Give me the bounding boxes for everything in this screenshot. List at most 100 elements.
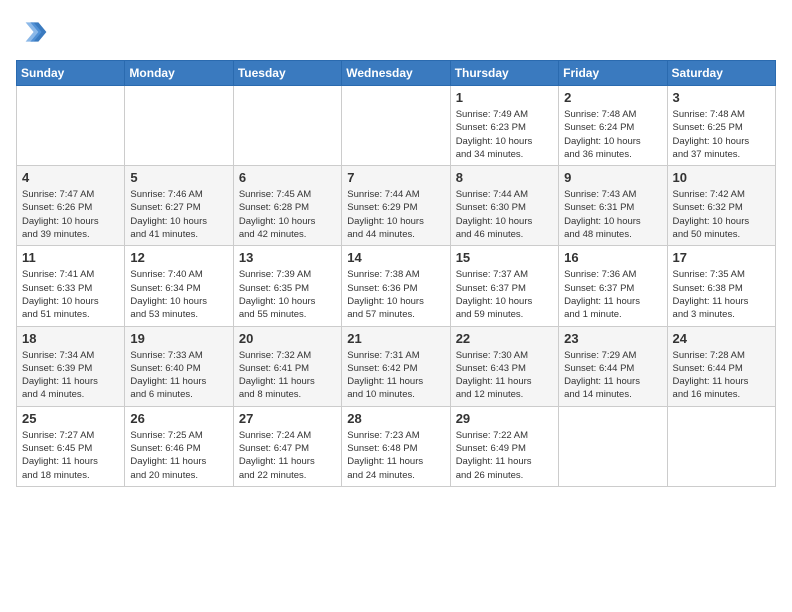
day-number: 10 (673, 170, 770, 185)
day-info: Sunrise: 7:32 AM Sunset: 6:41 PM Dayligh… (239, 349, 336, 402)
day-number: 3 (673, 90, 770, 105)
day-cell: 27 Sunrise: 7:24 AM Sunset: 6:47 PM Dayli… (233, 406, 341, 486)
week-row-4: 25 Sunrise: 7:27 AM Sunset: 6:45 PM Dayli… (17, 406, 776, 486)
day-number: 20 (239, 331, 336, 346)
day-number: 13 (239, 250, 336, 265)
page-header (16, 16, 776, 48)
day-info: Sunrise: 7:42 AM Sunset: 6:32 PM Dayligh… (673, 188, 770, 241)
day-info: Sunrise: 7:22 AM Sunset: 6:49 PM Dayligh… (456, 429, 553, 482)
day-cell: 13 Sunrise: 7:39 AM Sunset: 6:35 PM Dayli… (233, 246, 341, 326)
header-row: SundayMondayTuesdayWednesdayThursdayFrid… (17, 61, 776, 86)
day-number: 18 (22, 331, 119, 346)
day-number: 4 (22, 170, 119, 185)
day-info: Sunrise: 7:44 AM Sunset: 6:30 PM Dayligh… (456, 188, 553, 241)
header-cell-saturday: Saturday (667, 61, 775, 86)
week-row-1: 4 Sunrise: 7:47 AM Sunset: 6:26 PM Daylig… (17, 166, 776, 246)
day-info: Sunrise: 7:27 AM Sunset: 6:45 PM Dayligh… (22, 429, 119, 482)
day-number: 29 (456, 411, 553, 426)
day-number: 19 (130, 331, 227, 346)
day-cell: 18 Sunrise: 7:34 AM Sunset: 6:39 PM Dayli… (17, 326, 125, 406)
day-number: 2 (564, 90, 661, 105)
day-number: 16 (564, 250, 661, 265)
day-info: Sunrise: 7:23 AM Sunset: 6:48 PM Dayligh… (347, 429, 444, 482)
day-cell: 7 Sunrise: 7:44 AM Sunset: 6:29 PM Daylig… (342, 166, 450, 246)
day-cell (125, 86, 233, 166)
day-info: Sunrise: 7:34 AM Sunset: 6:39 PM Dayligh… (22, 349, 119, 402)
day-info: Sunrise: 7:46 AM Sunset: 6:27 PM Dayligh… (130, 188, 227, 241)
day-number: 14 (347, 250, 444, 265)
day-number: 5 (130, 170, 227, 185)
day-info: Sunrise: 7:30 AM Sunset: 6:43 PM Dayligh… (456, 349, 553, 402)
logo (16, 16, 52, 48)
day-info: Sunrise: 7:41 AM Sunset: 6:33 PM Dayligh… (22, 268, 119, 321)
day-number: 25 (22, 411, 119, 426)
day-info: Sunrise: 7:38 AM Sunset: 6:36 PM Dayligh… (347, 268, 444, 321)
header-cell-monday: Monday (125, 61, 233, 86)
day-info: Sunrise: 7:43 AM Sunset: 6:31 PM Dayligh… (564, 188, 661, 241)
day-cell: 8 Sunrise: 7:44 AM Sunset: 6:30 PM Daylig… (450, 166, 558, 246)
day-number: 15 (456, 250, 553, 265)
day-info: Sunrise: 7:47 AM Sunset: 6:26 PM Dayligh… (22, 188, 119, 241)
day-number: 17 (673, 250, 770, 265)
header-cell-wednesday: Wednesday (342, 61, 450, 86)
header-cell-friday: Friday (559, 61, 667, 86)
day-cell: 14 Sunrise: 7:38 AM Sunset: 6:36 PM Dayli… (342, 246, 450, 326)
day-number: 9 (564, 170, 661, 185)
logo-icon (16, 16, 48, 48)
day-cell: 26 Sunrise: 7:25 AM Sunset: 6:46 PM Dayli… (125, 406, 233, 486)
day-number: 12 (130, 250, 227, 265)
day-info: Sunrise: 7:48 AM Sunset: 6:24 PM Dayligh… (564, 108, 661, 161)
day-info: Sunrise: 7:39 AM Sunset: 6:35 PM Dayligh… (239, 268, 336, 321)
day-cell: 9 Sunrise: 7:43 AM Sunset: 6:31 PM Daylig… (559, 166, 667, 246)
day-info: Sunrise: 7:28 AM Sunset: 6:44 PM Dayligh… (673, 349, 770, 402)
day-info: Sunrise: 7:33 AM Sunset: 6:40 PM Dayligh… (130, 349, 227, 402)
header-cell-thursday: Thursday (450, 61, 558, 86)
week-row-2: 11Sunrise: 7:41 AM Sunset: 6:33 PM Dayli… (17, 246, 776, 326)
day-info: Sunrise: 7:25 AM Sunset: 6:46 PM Dayligh… (130, 429, 227, 482)
header-cell-sunday: Sunday (17, 61, 125, 86)
day-cell: 4 Sunrise: 7:47 AM Sunset: 6:26 PM Daylig… (17, 166, 125, 246)
day-number: 28 (347, 411, 444, 426)
day-number: 7 (347, 170, 444, 185)
day-cell: 22 Sunrise: 7:30 AM Sunset: 6:43 PM Dayli… (450, 326, 558, 406)
day-info: Sunrise: 7:44 AM Sunset: 6:29 PM Dayligh… (347, 188, 444, 241)
day-info: Sunrise: 7:29 AM Sunset: 6:44 PM Dayligh… (564, 349, 661, 402)
day-info: Sunrise: 7:35 AM Sunset: 6:38 PM Dayligh… (673, 268, 770, 321)
day-cell (667, 406, 775, 486)
day-cell (342, 86, 450, 166)
day-cell: 10 Sunrise: 7:42 AM Sunset: 6:32 PM Dayli… (667, 166, 775, 246)
day-cell: 16 Sunrise: 7:36 AM Sunset: 6:37 PM Dayli… (559, 246, 667, 326)
day-cell: 19 Sunrise: 7:33 AM Sunset: 6:40 PM Dayli… (125, 326, 233, 406)
day-number: 8 (456, 170, 553, 185)
day-cell: 15Sunrise: 7:37 AM Sunset: 6:37 PM Dayli… (450, 246, 558, 326)
day-number: 21 (347, 331, 444, 346)
day-cell: 3 Sunrise: 7:48 AM Sunset: 6:25 PM Daylig… (667, 86, 775, 166)
day-cell: 24Sunrise: 7:28 AM Sunset: 6:44 PM Dayli… (667, 326, 775, 406)
week-row-3: 18 Sunrise: 7:34 AM Sunset: 6:39 PM Dayli… (17, 326, 776, 406)
day-cell: 1 Sunrise: 7:49 AM Sunset: 6:23 PM Daylig… (450, 86, 558, 166)
day-info: Sunrise: 7:49 AM Sunset: 6:23 PM Dayligh… (456, 108, 553, 161)
day-number: 26 (130, 411, 227, 426)
day-info: Sunrise: 7:31 AM Sunset: 6:42 PM Dayligh… (347, 349, 444, 402)
day-cell: 20 Sunrise: 7:32 AM Sunset: 6:41 PM Dayli… (233, 326, 341, 406)
day-cell: 17 Sunrise: 7:35 AM Sunset: 6:38 PM Dayli… (667, 246, 775, 326)
day-number: 27 (239, 411, 336, 426)
day-cell: 21 Sunrise: 7:31 AM Sunset: 6:42 PM Dayli… (342, 326, 450, 406)
day-cell: 6 Sunrise: 7:45 AM Sunset: 6:28 PM Daylig… (233, 166, 341, 246)
day-number: 22 (456, 331, 553, 346)
day-cell: 25 Sunrise: 7:27 AM Sunset: 6:45 PM Dayli… (17, 406, 125, 486)
day-cell (233, 86, 341, 166)
calendar-header: SundayMondayTuesdayWednesdayThursdayFrid… (17, 61, 776, 86)
header-cell-tuesday: Tuesday (233, 61, 341, 86)
day-info: Sunrise: 7:24 AM Sunset: 6:47 PM Dayligh… (239, 429, 336, 482)
day-number: 23 (564, 331, 661, 346)
day-cell: 29 Sunrise: 7:22 AM Sunset: 6:49 PM Dayli… (450, 406, 558, 486)
day-number: 6 (239, 170, 336, 185)
day-number: 1 (456, 90, 553, 105)
day-cell: 5 Sunrise: 7:46 AM Sunset: 6:27 PM Daylig… (125, 166, 233, 246)
day-cell: 11Sunrise: 7:41 AM Sunset: 6:33 PM Dayli… (17, 246, 125, 326)
day-cell: 23 Sunrise: 7:29 AM Sunset: 6:44 PM Dayli… (559, 326, 667, 406)
day-info: Sunrise: 7:48 AM Sunset: 6:25 PM Dayligh… (673, 108, 770, 161)
day-info: Sunrise: 7:45 AM Sunset: 6:28 PM Dayligh… (239, 188, 336, 241)
day-info: Sunrise: 7:36 AM Sunset: 6:37 PM Dayligh… (564, 268, 661, 321)
